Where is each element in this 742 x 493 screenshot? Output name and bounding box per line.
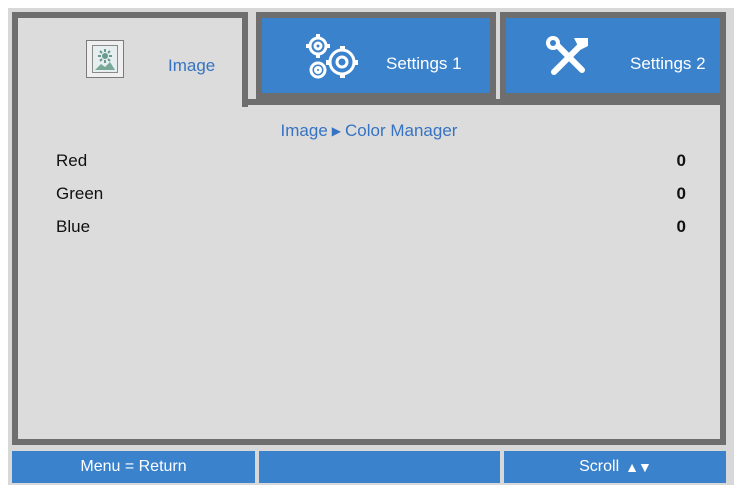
breadcrumb-current: Color Manager [345, 121, 458, 140]
tab-image-label: Image [168, 56, 216, 75]
menu-item-label: Green [56, 184, 104, 203]
breadcrumb-arrow-icon: ▶ [331, 124, 342, 138]
breadcrumb-parent: Image [280, 121, 328, 140]
tab-settings-1[interactable]: Settings 1 [256, 12, 496, 99]
menu-item-value: 0 [676, 184, 686, 203]
tools-icon [546, 36, 588, 75]
tab-settings-1-label: Settings 1 [386, 54, 462, 73]
gears-icon [306, 34, 358, 79]
tab-image[interactable]: Image [12, 12, 248, 107]
menu-item-blue[interactable]: Blue 0 [56, 217, 686, 241]
footer-right-label: Scroll [579, 458, 620, 475]
color-manager-panel: Image ▶ Color Manager Red 0 Green 0 Blue 0 [12, 99, 726, 445]
breadcrumb: Image ▶ Color Manager [18, 121, 720, 141]
menu-item-label: Red [56, 151, 88, 170]
menu-item-label: Blue [56, 217, 91, 236]
tab-settings-2[interactable]: Settings 2 [500, 12, 726, 99]
footer-scroll: Scroll ▲▼ [504, 451, 726, 483]
image-icon [86, 40, 124, 78]
footer-middle [259, 451, 500, 483]
menu-item-value: 0 [676, 217, 686, 236]
scroll-arrows-icon: ▲▼ [625, 459, 652, 475]
footer-menu-return: Menu = Return [12, 451, 255, 483]
footer-left-label: Menu = Return [80, 458, 187, 475]
menu-item-green[interactable]: Green 0 [56, 184, 686, 208]
menu-item-value: 0 [676, 151, 686, 170]
tab-settings-2-label: Settings 2 [630, 54, 706, 73]
menu-item-red[interactable]: Red 0 [56, 151, 686, 175]
